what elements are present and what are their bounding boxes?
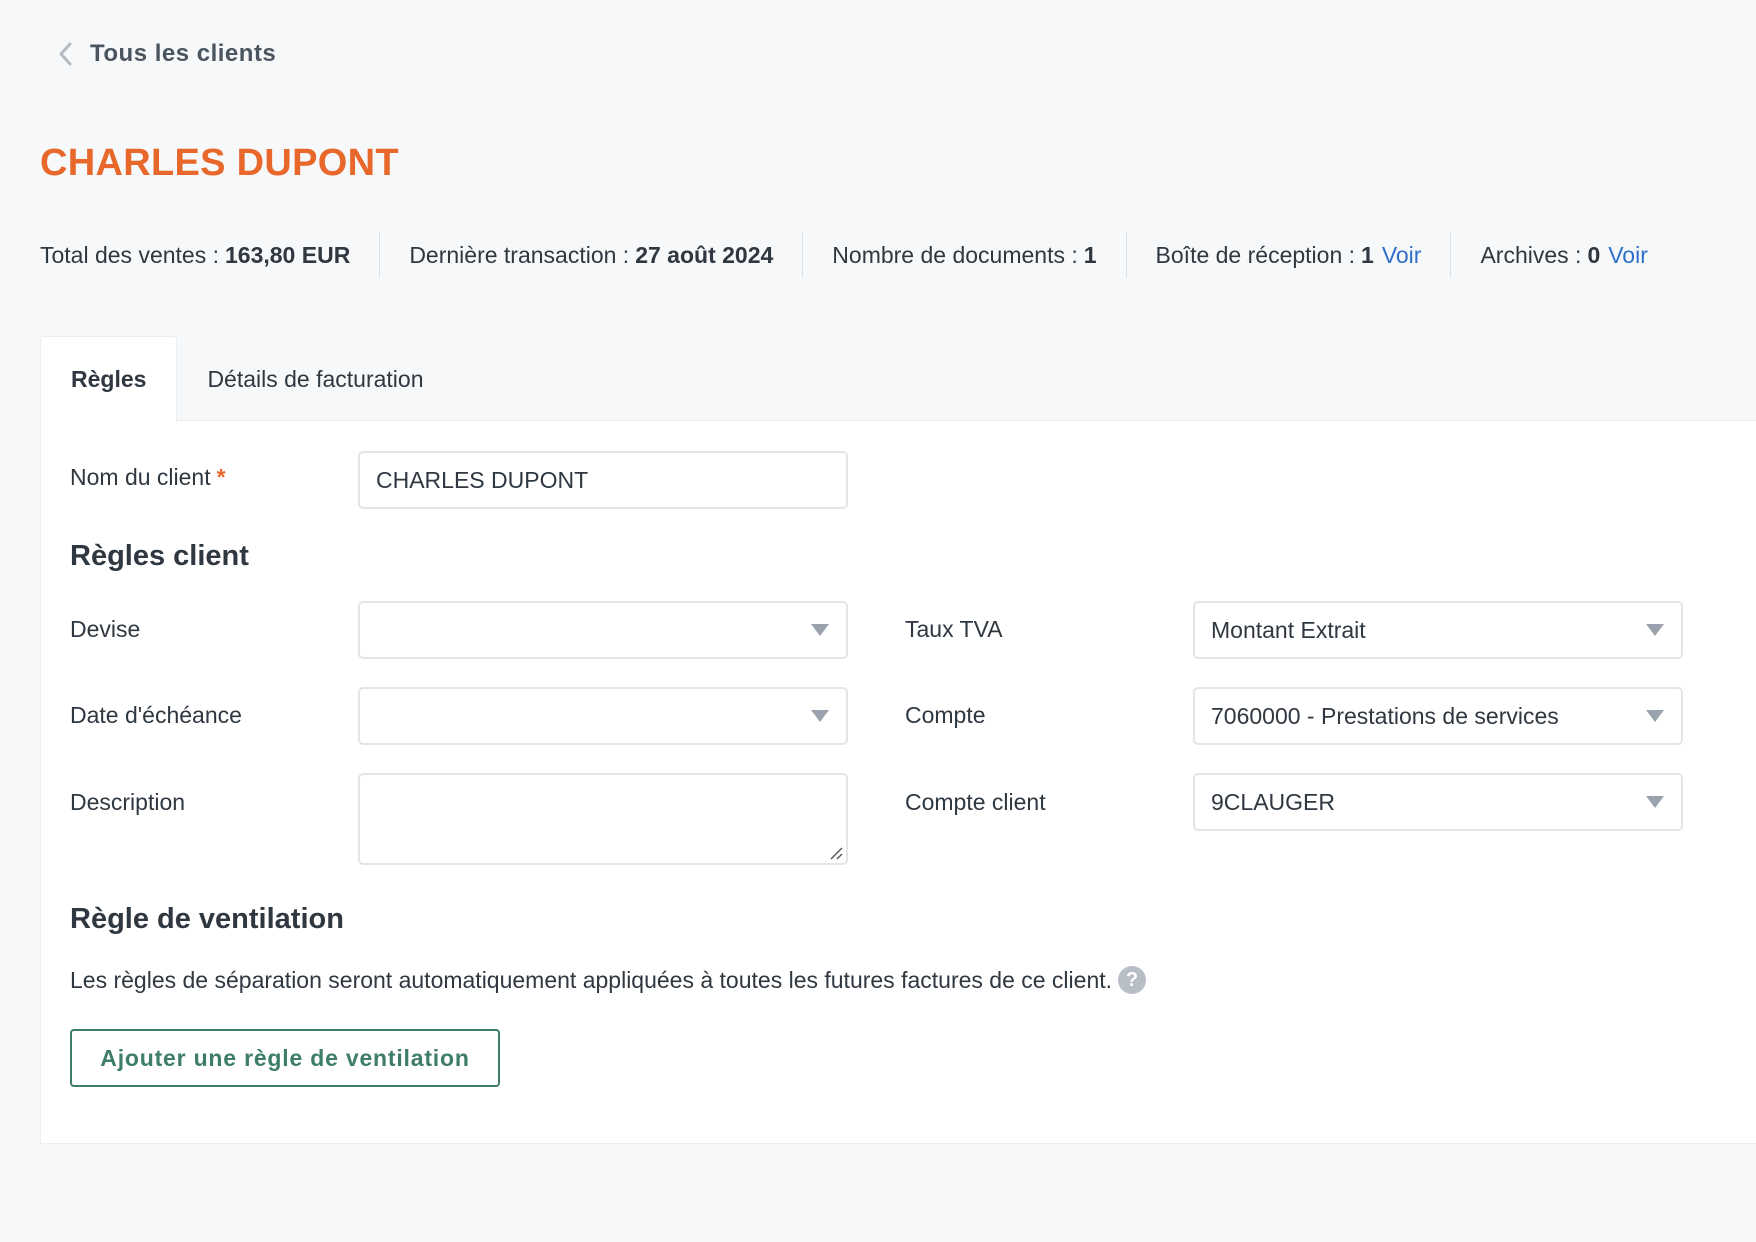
client-account-select[interactable]: 9CLAUGER: [1193, 773, 1683, 831]
devise-label: Devise: [70, 616, 141, 642]
caret-down-icon: [1646, 710, 1664, 722]
description-textarea[interactable]: [358, 773, 848, 865]
tab-billing-details[interactable]: Détails de facturation: [177, 336, 453, 422]
client-name-value: CHARLES DUPONT: [376, 466, 589, 493]
tab-rules[interactable]: Règles: [40, 336, 178, 422]
tab-bar: Règles Détails de facturation: [40, 336, 454, 422]
add-ventilation-rule-button[interactable]: Ajouter une règle de ventilation: [70, 1029, 500, 1087]
inbox-view-link[interactable]: Voir: [1382, 242, 1422, 269]
stat-value: 27 août 2024: [635, 241, 774, 268]
rules-section-title: Règles client: [70, 540, 249, 572]
stat-label: Archives :: [1480, 241, 1582, 268]
stat-inbox: Boîte de réception : 1 Voir: [1125, 232, 1451, 278]
due-date-label: Date d'échéance: [70, 702, 242, 728]
ventilation-section-title: Règle de ventilation: [70, 903, 344, 935]
stat-value: 1: [1361, 241, 1374, 268]
back-link-label: Tous les clients: [90, 40, 277, 67]
back-link[interactable]: Tous les clients: [56, 40, 276, 68]
client-name-label: Nom du client *: [70, 464, 226, 491]
due-date-select[interactable]: [358, 687, 848, 745]
client-name-label-text: Nom du client: [70, 464, 211, 490]
vat-label: Taux TVA: [905, 616, 1003, 642]
resize-grip-icon[interactable]: [827, 844, 843, 860]
caret-down-icon: [811, 710, 829, 722]
required-mark: *: [216, 464, 226, 490]
caret-down-icon: [811, 624, 829, 636]
vat-select[interactable]: Montant Extrait: [1193, 601, 1683, 659]
client-account-value: 9CLAUGER: [1211, 788, 1335, 815]
stat-label: Boîte de réception :: [1155, 241, 1356, 268]
ventilation-help-text: Les règles de séparation seront automati…: [70, 966, 1113, 993]
stat-document-count: Nombre de documents : 1: [802, 232, 1125, 278]
ventilation-help: Les règles de séparation seront automati…: [70, 966, 1147, 994]
caret-down-icon: [1646, 796, 1664, 808]
archives-view-link[interactable]: Voir: [1608, 242, 1648, 269]
page-title: CHARLES DUPONT: [40, 142, 399, 184]
stat-value: 1: [1083, 241, 1097, 268]
account-value: 7060000 - Prestations de services: [1211, 702, 1559, 729]
question-icon[interactable]: ?: [1118, 966, 1147, 994]
chevron-left-icon: [59, 42, 72, 66]
stat-value: 0: [1587, 241, 1601, 268]
client-account-label: Compte client: [905, 789, 1046, 815]
stat-label: Dernière transaction :: [409, 241, 630, 268]
client-name-input[interactable]: CHARLES DUPONT: [358, 451, 848, 509]
account-select[interactable]: 7060000 - Prestations de services: [1193, 687, 1683, 745]
stat-label: Nombre de documents :: [832, 241, 1078, 268]
stat-label: Total des ventes :: [40, 241, 219, 268]
stat-archives: Archives : 0 Voir: [1450, 232, 1676, 278]
stat-last-transaction: Dernière transaction : 27 août 2024: [379, 232, 802, 278]
devise-select[interactable]: [358, 601, 848, 659]
stat-total-sales: Total des ventes : 163,80 EUR: [40, 232, 379, 278]
account-label: Compte: [905, 702, 986, 728]
stat-value: 163,80 EUR: [225, 241, 351, 268]
description-label: Description: [70, 789, 186, 815]
stats-bar: Total des ventes : 163,80 EUR Dernière t…: [40, 232, 1677, 278]
client-detail-page: Tous les clients CHARLES DUPONT Total de…: [0, 0, 1756, 1242]
caret-down-icon: [1646, 624, 1664, 636]
vat-value: Montant Extrait: [1211, 616, 1366, 643]
